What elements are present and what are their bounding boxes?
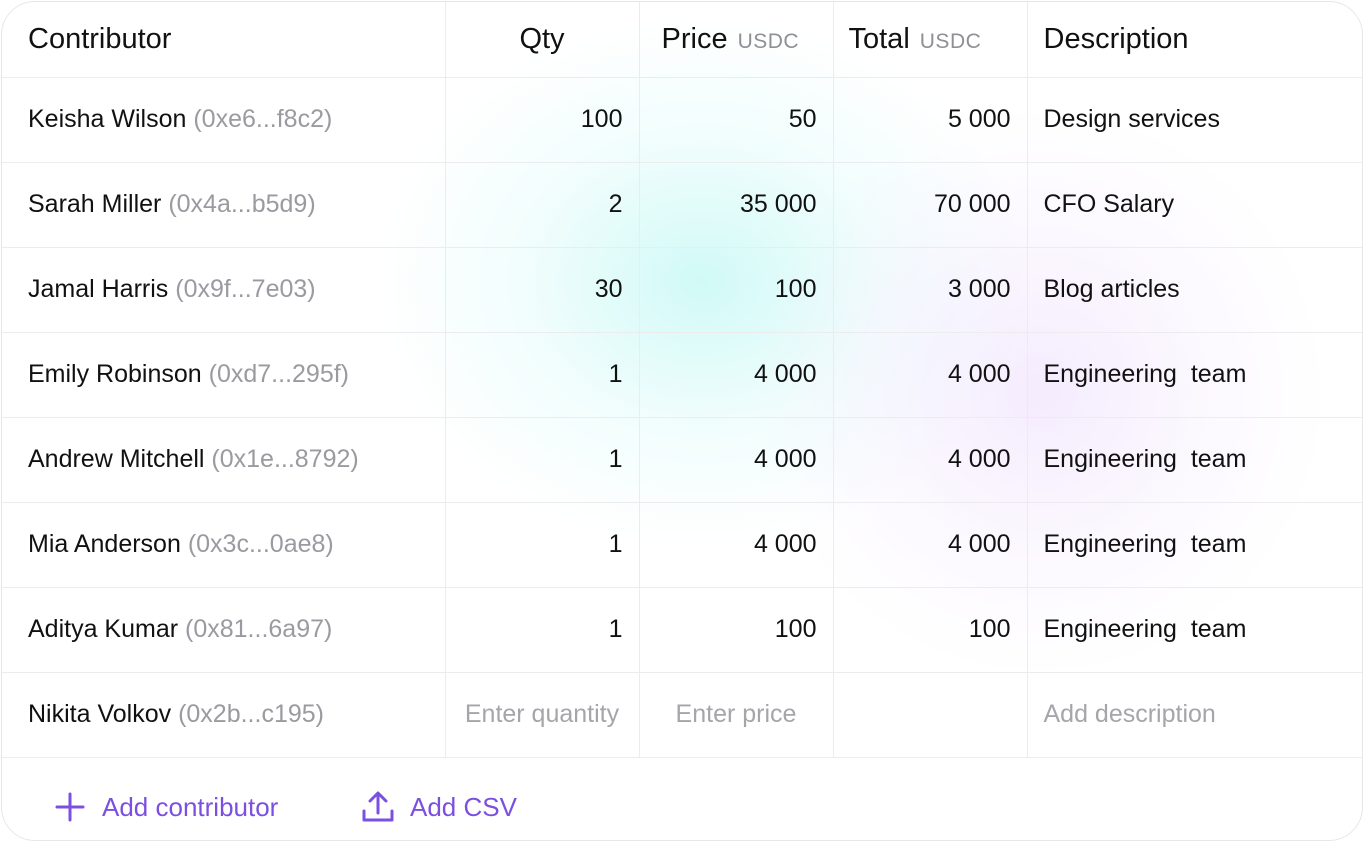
contributor-name: Jamal Harris [28,275,169,303]
contributor-cell[interactable]: Jamal Harris (0x9f...7e03) [2,247,446,333]
price-cell[interactable]: 50 [639,77,834,163]
contributor-name: Emily Robinson [28,360,202,388]
header-description: Description [1027,2,1362,78]
price-input[interactable]: Enter price [639,672,834,758]
qty-cell[interactable]: 1 [445,502,640,588]
contributor-name: Sarah Miller [28,190,162,218]
wallet-address: (0x81...6a97) [185,615,333,643]
qty-input[interactable]: Enter quantity [445,672,640,758]
entry-row: Nikita Volkov (0x2b...c195) Enter quanti… [2,672,1362,758]
description-cell[interactable]: Engineering team [1027,417,1362,503]
add-contributor-label: Add contributor [102,791,279,822]
table-header-row: Contributor Qty Price USDC Total USDC Desc… [2,2,1362,78]
contributor-name: Mia Anderson [28,530,181,558]
price-cell[interactable]: 100 [639,587,834,673]
table-row: Keisha Wilson (0xe6...f8c2) 100 50 5 000… [2,77,1362,163]
wallet-address: (0x9f...7e03) [175,275,316,303]
total-cell: 5 000 [833,77,1028,163]
total-cell: 4 000 [833,502,1028,588]
wallet-address: (0x2b...c195) [178,700,324,728]
wallet-address: (0xe6...f8c2) [193,105,333,133]
add-csv-label: Add CSV [410,791,517,822]
contributor-cell[interactable]: Andrew Mitchell (0x1e...8792) [2,417,446,503]
price-cell[interactable]: 35 000 [639,162,834,248]
wallet-address: (0x4a...b5d9) [168,190,316,218]
total-cell: 70 000 [833,162,1028,248]
contributor-cell[interactable]: Aditya Kumar (0x81...6a97) [2,587,446,673]
price-unit-label: USDC [737,29,800,53]
table-footer: Add contributor Add CSV [2,757,1362,840]
wallet-address: (0x3c...0ae8) [187,530,334,558]
contributor-cell[interactable]: Emily Robinson (0xd7...295f) [2,332,446,418]
total-cell: 4 000 [833,417,1028,503]
contributor-cell[interactable]: Keisha Wilson (0xe6...f8c2) [2,77,446,163]
contributor-cell[interactable]: Mia Anderson (0x3c...0ae8) [2,502,446,588]
add-contributor-button[interactable]: Add contributor [54,757,279,840]
contributor-cell[interactable]: Sarah Miller (0x4a...b5d9) [2,162,446,248]
table-row: Andrew Mitchell (0x1e...8792) 1 4 000 4 … [2,417,1362,503]
qty-placeholder: Enter quantity [464,700,620,728]
total-cell: 4 000 [833,332,1028,418]
description-cell[interactable]: Blog articles [1027,247,1362,333]
description-cell[interactable]: Design services [1027,77,1362,163]
table-row: Emily Robinson (0xd7...295f) 1 4 000 4 0… [2,332,1362,418]
contributor-cell[interactable]: Nikita Volkov (0x2b...c195) [2,672,446,758]
header-contributor: Contributor [2,2,446,78]
table-row: Aditya Kumar (0x81...6a97) 1 100 100 Eng… [2,587,1362,673]
total-unit-label: USDC [919,29,982,53]
header-total: Total USDC [833,2,1028,78]
qty-cell[interactable]: 1 [445,417,640,503]
qty-cell[interactable]: 1 [445,332,640,418]
description-cell[interactable]: Engineering team [1027,332,1362,418]
price-cell[interactable]: 100 [639,247,834,333]
total-cell: 3 000 [833,247,1028,333]
table-row: Mia Anderson (0x3c...0ae8) 1 4 000 4 000… [2,502,1362,588]
contributor-name: Aditya Kumar [28,615,179,643]
contributors-card: Contributor Qty Price USDC Total USDC Desc… [1,1,1363,841]
plus-icon [54,791,86,823]
price-placeholder: Enter price [675,700,797,728]
qty-cell[interactable]: 2 [445,162,640,248]
description-input[interactable]: Add description [1027,672,1362,758]
header-price: Price USDC [639,2,834,78]
qty-cell[interactable]: 30 [445,247,640,333]
wallet-address: (0x1e...8792) [211,445,359,473]
contributors-table: Contributor Qty Price USDC Total USDC Desc… [2,2,1362,758]
contributor-name: Nikita Volkov [28,700,172,728]
description-cell[interactable]: CFO Salary [1027,162,1362,248]
price-cell[interactable]: 4 000 [639,417,834,503]
contributor-name: Keisha Wilson [28,105,187,133]
wallet-address: (0xd7...295f) [208,360,349,388]
table-row: Sarah Miller (0x4a...b5d9) 2 35 000 70 0… [2,162,1362,248]
price-cell[interactable]: 4 000 [639,502,834,588]
description-placeholder: Add description [1043,700,1216,728]
description-cell[interactable]: Engineering team [1027,587,1362,673]
table-row: Jamal Harris (0x9f...7e03) 30 100 3 000 … [2,247,1362,333]
contributor-name: Andrew Mitchell [28,445,205,473]
description-cell[interactable]: Engineering team [1027,502,1362,588]
upload-icon [360,789,396,825]
qty-cell[interactable]: 100 [445,77,640,163]
header-qty: Qty [445,2,640,78]
total-cell-empty [833,672,1028,758]
add-csv-button[interactable]: Add CSV [360,757,517,840]
price-cell[interactable]: 4 000 [639,332,834,418]
total-cell: 100 [833,587,1028,673]
qty-cell[interactable]: 1 [445,587,640,673]
